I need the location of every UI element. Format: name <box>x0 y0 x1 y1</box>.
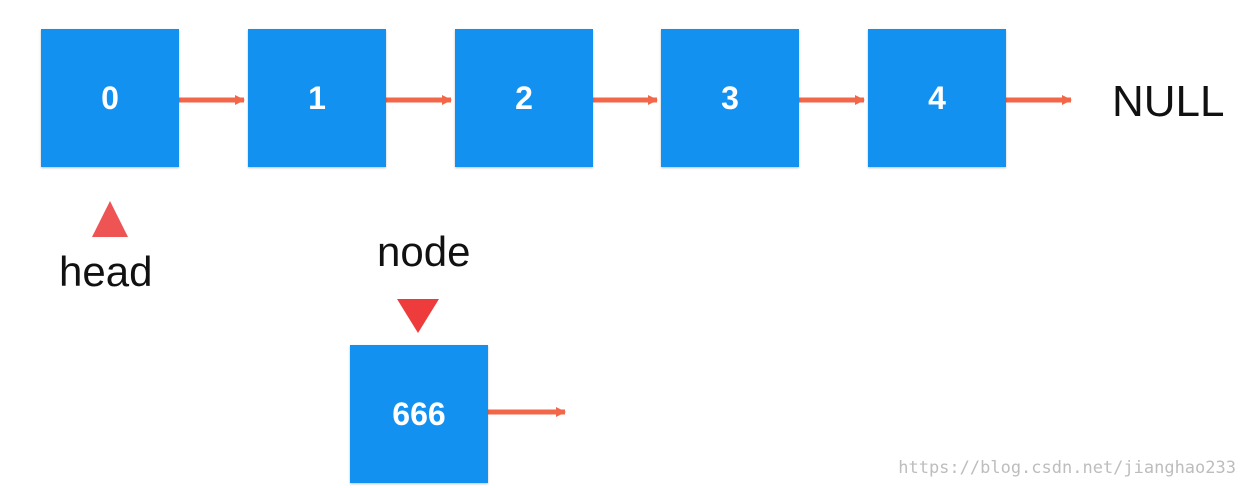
watermark: https://blog.csdn.net/jianghao233 <box>898 458 1236 478</box>
node-value: 3 <box>721 79 739 116</box>
node-label: node <box>377 228 471 275</box>
node-value: 2 <box>515 79 533 116</box>
list-node-3: 3 <box>661 29 799 167</box>
node-value: 0 <box>101 79 119 116</box>
arrow-layer <box>92 95 1072 417</box>
head-label: head <box>59 248 153 295</box>
head-pointer-triangle <box>92 201 128 237</box>
node-value: 4 <box>928 79 946 116</box>
new-node: 666 <box>350 345 488 483</box>
linked-list-diagram: 0 1 2 3 4 NULL head node 666 https://blo… <box>0 0 1248 488</box>
new-node-value: 666 <box>392 395 446 432</box>
node-value: 1 <box>308 79 326 116</box>
list-node-0: 0 <box>41 29 179 167</box>
null-label: NULL <box>1112 77 1225 126</box>
list-node-2: 2 <box>455 29 593 167</box>
node-pointer-triangle <box>397 299 439 333</box>
list-node-1: 1 <box>248 29 386 167</box>
list-node-4: 4 <box>868 29 1006 167</box>
